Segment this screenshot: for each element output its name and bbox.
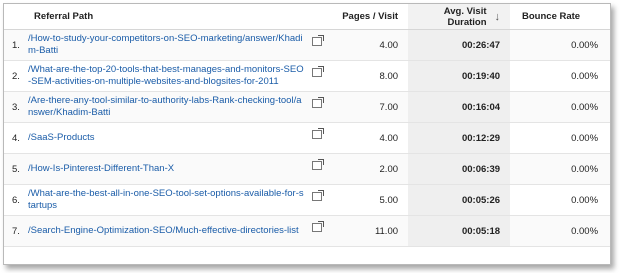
referral-path-link[interactable]: /Search-Engine-Optimization-SEO/Much-eff… — [28, 225, 328, 237]
sort-descending-icon[interactable]: ↓ — [495, 11, 501, 23]
referral-path-cell: /How-to-study-your-competitors-on-SEO-ma… — [28, 29, 329, 61]
avg-visit-duration-cell: 00:26:47 — [408, 29, 511, 61]
external-link-icon[interactable] — [312, 190, 325, 201]
pages-per-visit-cell: 4.00 — [328, 29, 409, 61]
table-row: 3./Are-there-any-tool-similar-to-authori… — [4, 91, 610, 123]
avg-visit-duration-cell: 00:16:04 — [408, 91, 511, 123]
row-number: 7. — [4, 215, 28, 247]
referral-path-link[interactable]: /How-Is-Pinterest-Different-Than-X — [28, 163, 328, 175]
row-number: 4. — [4, 122, 28, 154]
referral-path-cell: /How-Is-Pinterest-Different-Than-X — [28, 153, 329, 185]
pages-per-visit-cell: 8.00 — [328, 60, 409, 92]
row-number: 3. — [4, 91, 28, 123]
external-link-icon[interactable] — [312, 221, 325, 232]
referral-path-cell: /Search-Engine-Optimization-SEO/Much-eff… — [28, 215, 329, 247]
pages-per-visit-cell: 5.00 — [328, 184, 409, 216]
avg-visit-duration-cell: 00:05:26 — [408, 184, 511, 216]
header-pages-per-visit[interactable]: Pages / Visit — [328, 4, 409, 30]
external-link-icon[interactable] — [312, 159, 325, 170]
avg-visit-duration-cell: 00:06:39 — [408, 153, 511, 185]
header-avg-visit-duration-label: Avg. Visit Duration — [443, 5, 487, 28]
external-link-icon[interactable] — [312, 35, 325, 46]
referral-path-table: Referral Path Pages / Visit Avg. Visit D… — [4, 4, 610, 247]
referral-path-cell: /Are-there-any-tool-similar-to-authority… — [28, 91, 329, 123]
report-table-frame: Referral Path Pages / Visit Avg. Visit D… — [3, 3, 611, 265]
referral-path-link[interactable]: /How-to-study-your-competitors-on-SEO-ma… — [28, 33, 328, 57]
bounce-rate-cell: 0.00% — [510, 122, 610, 154]
referral-path-link[interactable]: /Are-there-any-tool-similar-to-authority… — [28, 95, 328, 119]
avg-visit-duration-cell: 00:12:29 — [408, 122, 511, 154]
row-number: 6. — [4, 184, 28, 216]
external-link-icon[interactable] — [312, 97, 325, 108]
pages-per-visit-cell: 4.00 — [328, 122, 409, 154]
bounce-rate-cell: 0.00% — [510, 29, 610, 61]
pages-per-visit-cell: 2.00 — [328, 153, 409, 185]
row-number: 5. — [4, 153, 28, 185]
bounce-rate-cell: 0.00% — [510, 153, 610, 185]
table-row: 2./What-are-the-top-20-tools-that-best-m… — [4, 60, 610, 92]
table-row: 5./How-Is-Pinterest-Different-Than-X 2.00… — [4, 153, 610, 185]
referral-path-link[interactable]: /What-are-the-top-20-tools-that-best-man… — [28, 64, 328, 88]
row-number: 1. — [4, 29, 28, 61]
table-header-row: Referral Path Pages / Visit Avg. Visit D… — [4, 4, 610, 30]
bounce-rate-cell: 0.00% — [510, 184, 610, 216]
row-number: 2. — [4, 60, 28, 92]
table-row: 6./What-are-the-best-all-in-one-SEO-tool… — [4, 184, 610, 216]
pages-per-visit-cell: 7.00 — [328, 91, 409, 123]
referral-path-cell: /What-are-the-top-20-tools-that-best-man… — [28, 60, 329, 92]
referral-path-link[interactable]: /What-are-the-best-all-in-one-SEO-tool-s… — [28, 188, 328, 212]
table-row: 7./Search-Engine-Optimization-SEO/Much-e… — [4, 215, 610, 247]
external-link-icon[interactable] — [312, 128, 325, 139]
referral-path-cell: /SaaS-Products — [28, 122, 329, 154]
table-row: 4./SaaS-Products 4.00 00:12:29 0.00% — [4, 122, 610, 154]
bounce-rate-cell: 0.00% — [510, 60, 610, 92]
referral-path-link[interactable]: /SaaS-Products — [28, 132, 328, 144]
avg-visit-duration-cell: 00:05:18 — [408, 215, 511, 247]
header-bounce-rate[interactable]: Bounce Rate — [510, 4, 610, 30]
bounce-rate-cell: 0.00% — [510, 91, 610, 123]
header-referral-path[interactable]: Referral Path — [4, 4, 329, 30]
avg-visit-duration-cell: 00:19:40 — [408, 60, 511, 92]
header-avg-visit-duration[interactable]: Avg. Visit Duration ↓ — [408, 4, 511, 30]
referral-path-cell: /What-are-the-best-all-in-one-SEO-tool-s… — [28, 184, 329, 216]
external-link-icon[interactable] — [312, 66, 325, 77]
pages-per-visit-cell: 11.00 — [328, 215, 409, 247]
table-row: 1./How-to-study-your-competitors-on-SEO-… — [4, 29, 610, 61]
bounce-rate-cell: 0.00% — [510, 215, 610, 247]
